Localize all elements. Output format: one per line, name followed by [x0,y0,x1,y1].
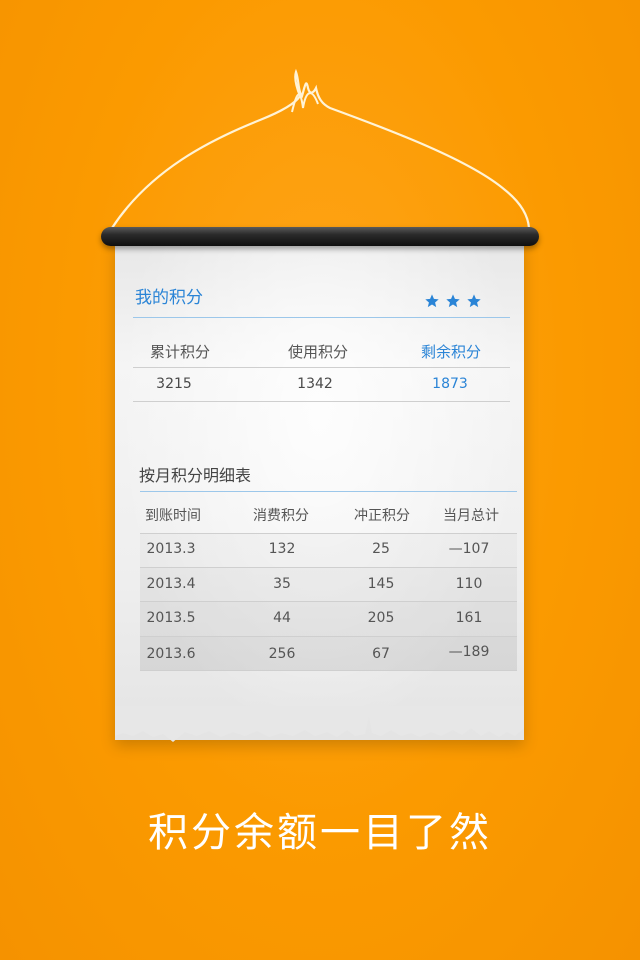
table-cell-total: 161 [455,610,483,626]
divider [133,401,510,402]
divider [133,317,510,318]
remaining-points-value: 1873 [432,376,468,392]
hanger-string [110,68,531,230]
table-cell-total: —107 [448,541,490,557]
total-points-value: 3215 [156,376,192,392]
paper-torn-edge [115,706,524,742]
used-points-value: 1342 [297,376,333,392]
divider [133,367,510,368]
table-cell-total: —189 [448,644,490,660]
scroll-rod [101,227,539,246]
table-cell-spent: 132 [268,541,296,557]
rating-stars [424,293,482,309]
table-cell-total: 110 [455,576,483,592]
tagline: 积分余额一目了然 [148,810,492,856]
table-cell-spent: 35 [273,576,291,592]
table-cell-date: 2013.5 [146,610,196,626]
table-cell-date: 2013.3 [146,541,196,557]
column-header: 到账时间 [145,508,201,524]
monthly-table-title: 按月积分明细表 [139,466,252,485]
star-icon [425,294,439,308]
table-cell-date: 2013.4 [146,576,196,592]
total-points-label: 累计积分 [149,343,210,361]
star-icon [446,294,460,308]
table-cell-spent: 256 [268,646,296,662]
divider [140,670,517,671]
divider [140,491,517,492]
my-points-title: 我的积分 [135,288,203,308]
table-cell-date: 2013.6 [146,646,196,662]
remaining-points-label: 剩余积分 [420,343,481,361]
used-points-label: 使用积分 [287,343,348,361]
column-header: 消费积分 [253,508,309,524]
column-header: 当月总计 [443,508,499,524]
table-cell-spent: 44 [273,610,291,626]
star-icon [467,294,481,308]
